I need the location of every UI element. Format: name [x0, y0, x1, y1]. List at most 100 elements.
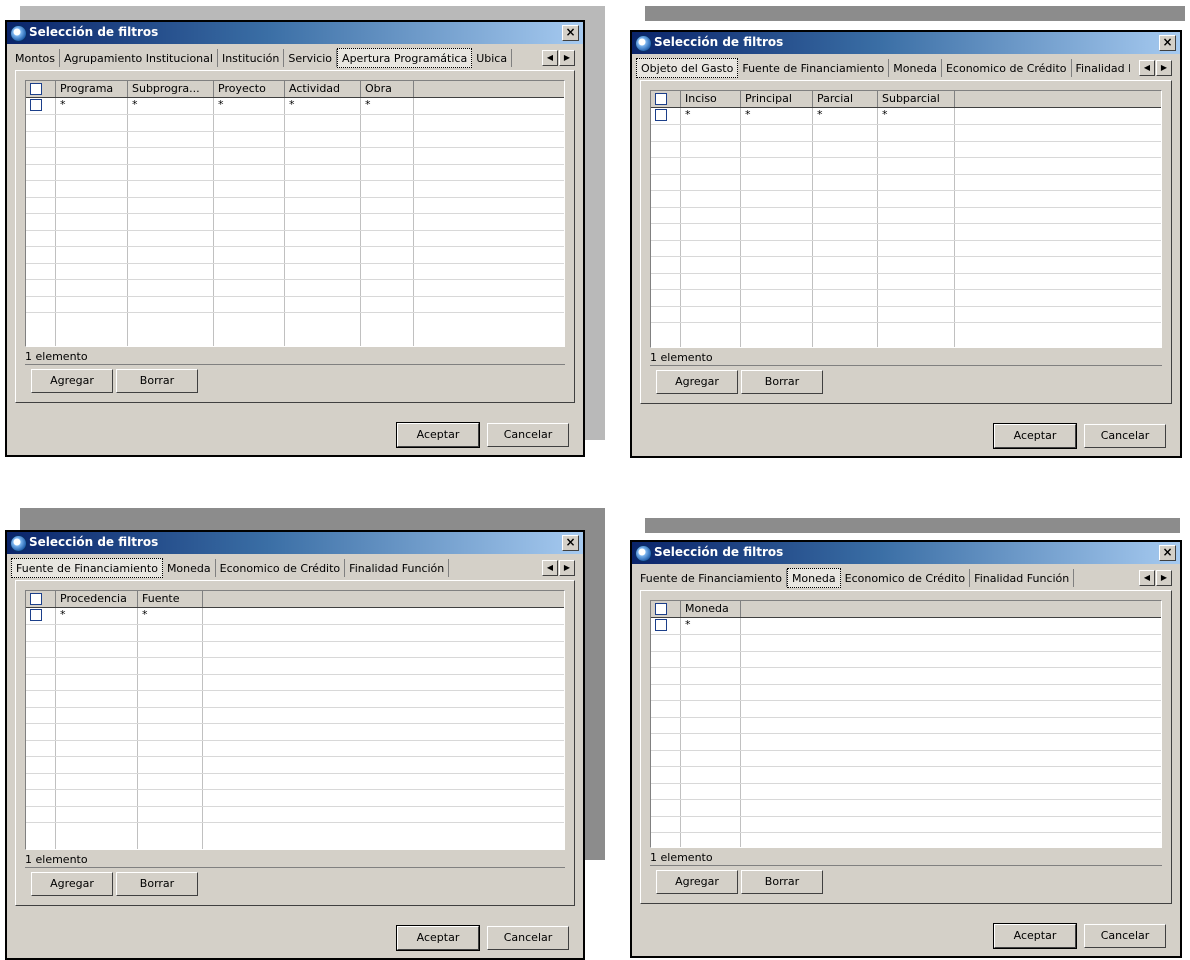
row-divider	[651, 190, 1161, 191]
tab-3[interactable]: Moneda	[889, 59, 942, 77]
tab-4[interactable]: Finalidad Función	[345, 559, 450, 577]
column-header[interactable]: Parcial	[813, 91, 878, 107]
arrow-right-icon[interactable]: ▶	[559, 50, 575, 66]
tab-3[interactable]: Institución	[218, 49, 285, 67]
add-button[interactable]: Agregar	[31, 872, 113, 896]
arrow-left-icon[interactable]: ◀	[1139, 570, 1155, 586]
delete-button[interactable]: Borrar	[116, 369, 198, 393]
title-bar[interactable]: Selección de filtros ×	[632, 32, 1180, 54]
tab-2[interactable]: Fuente de Financiamiento	[738, 59, 890, 77]
cancel-button[interactable]: Cancelar	[1084, 924, 1166, 948]
row-divider	[26, 312, 564, 313]
cancel-button[interactable]: Cancelar	[1084, 424, 1166, 448]
tab-4[interactable]: Economico de Crédito	[942, 59, 1072, 77]
tab-1[interactable]: Fuente de Financiamiento	[11, 558, 163, 578]
tab-3[interactable]: Economico de Crédito	[216, 559, 346, 577]
delete-button[interactable]: Borrar	[116, 872, 198, 896]
cancel-button[interactable]: Cancelar	[487, 423, 569, 447]
table-cell[interactable]: *	[681, 618, 691, 631]
arrow-left-icon[interactable]: ◀	[542, 560, 558, 576]
title-bar[interactable]: Selección de filtros ×	[632, 542, 1180, 564]
accept-button[interactable]: Aceptar	[396, 925, 480, 951]
column-header[interactable]: Proyecto	[214, 81, 285, 97]
title-bar[interactable]: Selección de filtros ×	[7, 22, 583, 44]
table-header: Inciso Principal Parcial Subparcial	[651, 91, 1161, 108]
select-all-checkbox[interactable]	[30, 83, 42, 95]
row-checkbox[interactable]	[655, 619, 667, 631]
tab-4[interactable]: Finalidad Función	[970, 569, 1075, 587]
tab-3[interactable]: Economico de Crédito	[841, 569, 971, 587]
filter-table[interactable]: Inciso Principal Parcial Subparcial * * * *	[650, 90, 1162, 348]
select-all-checkbox[interactable]	[30, 593, 42, 605]
status-count: 1 elemento	[650, 351, 713, 364]
row-checkbox[interactable]	[30, 609, 42, 621]
accept-button[interactable]: Aceptar	[993, 923, 1077, 949]
row-checkbox[interactable]	[655, 109, 667, 121]
accept-button[interactable]: Aceptar	[396, 422, 480, 448]
column-header[interactable]: Actividad	[285, 81, 361, 97]
tab-2[interactable]: Moneda	[163, 559, 216, 577]
add-button[interactable]: Agregar	[656, 870, 738, 894]
table-cell[interactable]: *	[56, 608, 66, 621]
delete-button[interactable]: Borrar	[741, 370, 823, 394]
title-bar[interactable]: Selección de filtros ×	[7, 532, 583, 554]
filter-table[interactable]: Moneda *	[650, 600, 1162, 848]
dialog-title: Selección de filtros	[29, 535, 159, 549]
tab-1[interactable]: Objeto del Gasto	[636, 58, 739, 78]
column-header[interactable]: Subprogra...	[128, 81, 214, 97]
tab-2[interactable]: Moneda	[786, 568, 841, 588]
column-header[interactable]: Subparcial	[878, 91, 955, 107]
table-cell[interactable]: *	[741, 108, 751, 121]
tab-2[interactable]: Agrupamiento Institucional	[60, 49, 218, 67]
column-header[interactable]: Procedencia	[56, 591, 138, 607]
add-button[interactable]: Agregar	[31, 369, 113, 393]
column-divider	[413, 98, 414, 346]
column-header[interactable]: Moneda	[681, 601, 741, 617]
tab-4[interactable]: Servicio	[284, 49, 338, 67]
column-header[interactable]: Programa	[56, 81, 128, 97]
table-cell[interactable]: *	[681, 108, 691, 121]
arrow-left-icon[interactable]: ◀	[542, 50, 558, 66]
row-divider	[26, 690, 564, 691]
select-all-checkbox[interactable]	[655, 93, 667, 105]
table-cell[interactable]: *	[361, 98, 371, 111]
status-count: 1 elemento	[25, 350, 88, 363]
delete-button[interactable]: Borrar	[741, 870, 823, 894]
tab-1[interactable]: Fuente de Financiamiento	[636, 569, 787, 587]
arrow-right-icon[interactable]: ▶	[1156, 570, 1172, 586]
close-icon[interactable]: ×	[1159, 35, 1176, 51]
tab-1[interactable]: Montos	[11, 49, 60, 67]
tab-strip: Objeto del Gasto Fuente de Financiamiento…	[636, 58, 1130, 80]
close-icon[interactable]: ×	[1159, 545, 1176, 561]
filter-table[interactable]: Programa Subprogra... Proyecto Actividad Obr…	[25, 80, 565, 347]
column-header[interactable]: Obra	[361, 81, 414, 97]
column-header[interactable]: Fuente	[138, 591, 203, 607]
arrow-right-icon[interactable]: ▶	[1156, 60, 1172, 76]
row-divider	[651, 766, 1161, 767]
filter-table[interactable]: Procedencia Fuente * *	[25, 590, 565, 850]
column-header[interactable]: Principal	[741, 91, 813, 107]
table-cell[interactable]: *	[56, 98, 66, 111]
select-all-checkbox[interactable]	[655, 603, 667, 615]
table-cell[interactable]: *	[285, 98, 295, 111]
app-globe-icon	[635, 35, 652, 52]
arrow-left-icon[interactable]: ◀	[1139, 60, 1155, 76]
table-cell[interactable]: *	[214, 98, 224, 111]
column-header[interactable]: Inciso	[681, 91, 741, 107]
arrow-right-icon[interactable]: ▶	[559, 560, 575, 576]
table-cell[interactable]: *	[128, 98, 138, 111]
tab-5[interactable]: Finalidad F	[1072, 59, 1130, 77]
tab-6[interactable]: Ubica	[472, 49, 513, 67]
tab-strip: Fuente de Financiamiento Moneda Economico …	[636, 568, 1130, 590]
add-button[interactable]: Agregar	[656, 370, 738, 394]
table-cell[interactable]: *	[138, 608, 148, 621]
row-checkbox[interactable]	[30, 99, 42, 111]
cancel-button[interactable]: Cancelar	[487, 926, 569, 950]
tab-5[interactable]: Apertura Programática	[337, 48, 473, 68]
accept-button[interactable]: Aceptar	[993, 423, 1077, 449]
column-divider	[877, 108, 878, 347]
close-icon[interactable]: ×	[562, 535, 579, 551]
table-cell[interactable]: *	[878, 108, 888, 121]
table-cell[interactable]: *	[813, 108, 823, 121]
close-icon[interactable]: ×	[562, 25, 579, 41]
